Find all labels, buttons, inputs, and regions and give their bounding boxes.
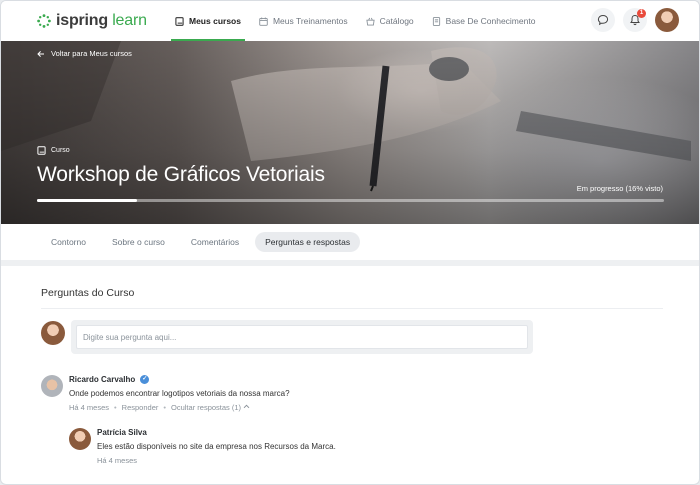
tab-sobre-o-curso[interactable]: Sobre o curso	[102, 232, 175, 252]
separator-dot: •	[163, 403, 167, 412]
current-user-avatar	[41, 321, 65, 345]
question-item: Ricardo Carvalho ✓ Onde podemos encontra…	[41, 375, 290, 412]
author-row: Patrícia Silva	[97, 428, 336, 437]
arrow-left-icon	[37, 50, 44, 57]
chat-button[interactable]	[591, 8, 615, 32]
basket-icon	[366, 17, 375, 26]
question-meta: Há 4 meses • Responder • Ocultar respost…	[69, 403, 290, 412]
timestamp: Há 4 meses	[69, 403, 110, 412]
author-row: Ricardo Carvalho ✓	[69, 375, 290, 384]
reply-button[interactable]: Responder	[122, 403, 159, 412]
course-title: Workshop de Gráficos Vetoriais	[37, 163, 325, 186]
ask-question-row	[41, 320, 533, 354]
hide-replies-label: Ocultar respostas (1)	[171, 403, 242, 412]
timestamp: Há 4 meses	[97, 456, 138, 465]
logo[interactable]: ispring learn	[37, 12, 147, 30]
top-navigation-bar: ispring learn Meus cursos Meus Treinamen…	[1, 1, 699, 41]
chevron-up-icon	[243, 404, 250, 409]
course-tabs: Contorno Sobre o curso Comentários Pergu…	[1, 224, 699, 260]
nav-item-label: Meus cursos	[189, 16, 241, 26]
course-type-text: Curso	[51, 147, 70, 154]
user-avatar[interactable]	[655, 8, 679, 32]
book-icon	[175, 16, 184, 26]
app-window: ispring learn Meus cursos Meus Treinamen…	[0, 0, 700, 485]
notifications-button[interactable]: 1	[623, 8, 647, 32]
verified-check-icon: ✓	[140, 375, 150, 384]
nav-item-label: Catálogo	[379, 16, 414, 26]
progress-bar	[37, 199, 664, 202]
question-body: Ricardo Carvalho ✓ Onde podemos encontra…	[69, 375, 290, 412]
nav-item-base-de-conhecimento[interactable]: Base De Conhecimento	[428, 1, 540, 41]
nav-item-label: Base De Conhecimento	[445, 16, 536, 26]
back-link[interactable]: Voltar para Meus cursos	[37, 49, 132, 58]
progress-status: Em progresso (16% visto)	[576, 184, 663, 193]
nav-item-meus-cursos[interactable]: Meus cursos	[171, 1, 245, 41]
chat-bubble-icon	[597, 14, 609, 26]
logo-text: ispring learn	[56, 12, 147, 29]
questions-title: Perguntas do Curso	[41, 287, 135, 299]
logo-icon	[37, 14, 51, 28]
reply-body: Patrícia Silva Eles estão disponíveis no…	[97, 428, 336, 465]
avatar	[69, 428, 91, 450]
author-name: Patrícia Silva	[97, 428, 147, 437]
question-text: Onde podemos encontrar logotipos vetoria…	[69, 389, 290, 398]
top-actions: 1	[591, 8, 679, 32]
calendar-icon	[259, 16, 268, 26]
divider	[41, 308, 663, 309]
author-name: Ricardo Carvalho	[69, 375, 136, 384]
nav-item-label: Meus Treinamentos	[272, 16, 348, 26]
nav-item-meus-treinamentos[interactable]: Meus Treinamentos	[255, 1, 352, 41]
nav-item-catalogo[interactable]: Catálogo	[362, 1, 418, 41]
course-hero-banner: Voltar para Meus cursos Curso Workshop d…	[1, 41, 699, 224]
reply-item: Patrícia Silva Eles estão disponíveis no…	[69, 428, 336, 465]
separator-dot: •	[114, 403, 117, 412]
tab-comentarios[interactable]: Comentários	[181, 232, 249, 252]
document-icon	[432, 16, 440, 26]
tab-contorno[interactable]: Contorno	[41, 232, 96, 252]
main-nav: Meus cursos Meus Treinamentos Catálogo B…	[171, 1, 549, 41]
hide-replies-button[interactable]: Ocultar respostas (1)	[171, 403, 250, 412]
back-link-label: Voltar para Meus cursos	[51, 49, 132, 58]
avatar	[41, 375, 63, 397]
tab-perguntas-e-respostas[interactable]: Perguntas e respostas	[255, 232, 361, 252]
reply-text: Eles estão disponíveis no site da empres…	[97, 442, 336, 451]
question-input[interactable]	[76, 325, 528, 349]
section-divider	[1, 260, 699, 266]
book-icon	[37, 146, 46, 155]
reply-meta: Há 4 meses	[97, 456, 336, 465]
hero-shade	[1, 41, 699, 224]
progress-bar-fill	[37, 199, 138, 202]
notification-badge: 1	[637, 9, 646, 18]
course-type-label: Curso	[37, 146, 70, 155]
ask-question-box	[71, 320, 533, 354]
